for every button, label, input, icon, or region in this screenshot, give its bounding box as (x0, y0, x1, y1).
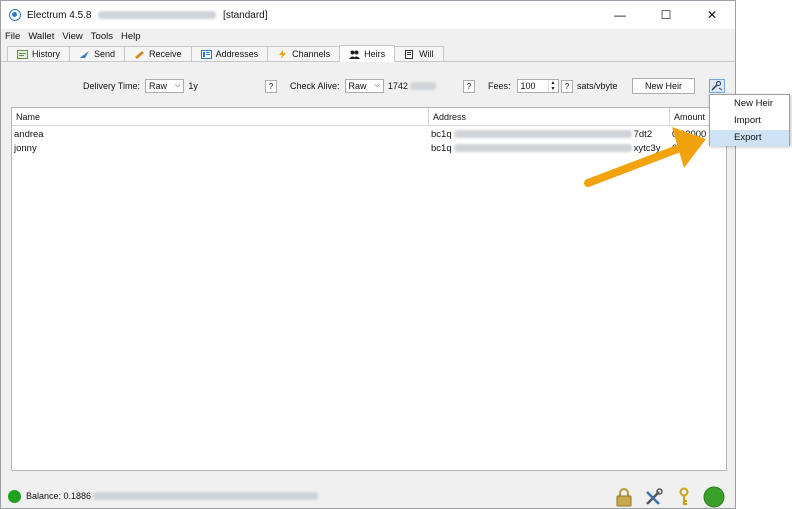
delivery-time-unit-value: Raw (149, 81, 168, 91)
addresses-icon (200, 49, 212, 59)
check-alive-value[interactable]: 1742 (388, 81, 408, 91)
menu-help[interactable]: Help (117, 31, 145, 42)
receive-icon (134, 50, 145, 59)
tab-will[interactable]: Will (394, 46, 444, 61)
tab-heirs[interactable]: Heirs (339, 45, 396, 62)
wrench-icon (711, 81, 723, 91)
menu-view[interactable]: View (58, 31, 86, 42)
lightning-icon (277, 49, 288, 59)
status-bar: Balance: 0.1886 (1, 484, 735, 508)
history-icon (17, 49, 28, 59)
title-bar: Electrum 4.5.8 [standard] — ☐ ✕ (1, 1, 735, 29)
tab-history[interactable]: History (7, 46, 71, 61)
delivery-time-group: Delivery Time: Raw ⌵ 1y (83, 78, 198, 94)
address-prefix: bc1q (431, 143, 452, 154)
tab-receive[interactable]: Receive (124, 46, 192, 61)
table-header: Name Address Amount (12, 108, 726, 126)
fees-help: ? sats/vbyte (561, 78, 618, 94)
heirs-toolbar: Delivery Time: Raw ⌵ 1y ? Check Alive: R… (1, 73, 735, 99)
fees-help-button[interactable]: ? (561, 79, 573, 93)
address-redacted (453, 144, 632, 153)
seed-key-icon[interactable] (673, 486, 695, 508)
network-connection-icon[interactable] (703, 486, 725, 508)
electrum-logo-icon (9, 9, 21, 21)
tab-addresses-label: Addresses (215, 49, 259, 59)
tab-bar: History Send Receive Addresses Channels (1, 45, 735, 62)
tools-menu-group (709, 78, 725, 94)
delivery-time-help-button[interactable]: ? (265, 79, 277, 93)
address-prefix: bc1q (431, 129, 452, 140)
heir-name: andrea (14, 129, 44, 140)
fees-label: Fees: (488, 81, 511, 91)
window-title: Electrum 4.5.8 [standard] (27, 10, 268, 21)
column-address-header[interactable]: Address (429, 108, 670, 126)
delivery-time-value[interactable]: 1y (188, 81, 198, 91)
tab-send-label: Send (94, 49, 116, 59)
minimize-button[interactable]: — (597, 1, 643, 29)
menu-tools[interactable]: Tools (87, 31, 117, 42)
address-suffix: 7dt2 (633, 129, 653, 140)
fees-value: 100 (520, 81, 536, 91)
delivery-time-unit-select[interactable]: Raw ⌵ (145, 79, 185, 93)
close-button[interactable]: ✕ (689, 1, 735, 29)
app-name: Electrum 4.5.8 (27, 9, 92, 21)
tab-addresses[interactable]: Addresses (190, 46, 269, 61)
column-name-header[interactable]: Name (12, 108, 429, 126)
check-alive-label: Check Alive: (290, 81, 340, 91)
address-redacted (453, 130, 632, 139)
wallet-mode: [standard] (223, 9, 268, 21)
check-alive-help-button[interactable]: ? (463, 79, 475, 93)
tab-send[interactable]: Send (69, 46, 126, 61)
menu-item-import[interactable]: Import (710, 113, 789, 129)
tab-receive-label: Receive (149, 49, 182, 59)
fees-spinbox[interactable]: 100 ▲ ▼ (516, 79, 559, 93)
window-controls: — ☐ ✕ (597, 1, 735, 29)
check-alive-redacted (409, 82, 436, 90)
check-alive-group: Check Alive: Raw ⌵ 1742 (290, 78, 436, 94)
menu-bar: File Wallet View Tools Help (1, 29, 735, 44)
tab-history-label: History (32, 49, 61, 59)
check-alive-unit-select[interactable]: Raw ⌵ (344, 79, 384, 93)
new-heir-group: New Heir (632, 77, 696, 95)
tab-will-label: Will (419, 49, 434, 59)
delivery-time-help: ? (265, 78, 277, 94)
wallet-filename-redacted (98, 10, 217, 19)
chevron-down-icon: ⌵ (374, 82, 380, 89)
heir-address: bc1q xytc3y (429, 142, 670, 156)
will-icon (404, 49, 415, 59)
balance-text: Balance: 0.1886 (26, 491, 92, 501)
address-suffix: xytc3y (633, 143, 661, 154)
check-alive-help: ? (463, 78, 475, 94)
heirs-table: Name Address Amount andrea bc1q 7dt2 0.02… (11, 107, 727, 471)
check-alive-unit-value: Raw (348, 81, 367, 91)
fees-group: Fees: 100 ▲ ▼ (488, 78, 559, 94)
tab-heirs-label: Heirs (364, 49, 386, 59)
tab-channels-label: Channels (292, 49, 331, 59)
lock-icon[interactable] (613, 486, 635, 508)
status-icons (613, 486, 725, 508)
preferences-tools-icon[interactable] (643, 486, 665, 508)
network-status-icon (8, 489, 21, 503)
balance-fiat-redacted (93, 492, 319, 500)
maximize-button[interactable]: ☐ (643, 1, 689, 29)
table-row[interactable]: andrea bc1q 7dt2 0.02000 (12, 128, 726, 142)
spin-arrows-icon[interactable]: ▲ ▼ (547, 80, 558, 92)
heir-address: bc1q 7dt2 (429, 128, 670, 142)
chevron-down-icon: ⌵ (175, 82, 181, 89)
menu-item-new-heir[interactable]: New Heir (710, 96, 789, 112)
tab-channels[interactable]: Channels (267, 46, 341, 61)
tools-menu-button[interactable] (709, 79, 725, 93)
send-icon (79, 50, 90, 59)
people-icon (349, 50, 361, 59)
menu-item-export[interactable]: Export (710, 130, 789, 146)
delivery-time-label: Delivery Time: (83, 81, 141, 91)
heir-name: jonny (14, 143, 37, 154)
electrum-window: Electrum 4.5.8 [standard] — ☐ ✕ File Wal… (0, 0, 736, 509)
menu-file[interactable]: File (1, 31, 24, 42)
fees-unit: sats/vbyte (577, 81, 618, 91)
table-row[interactable]: jonny bc1q xytc3y 0.0 (12, 142, 726, 156)
menu-wallet[interactable]: Wallet (24, 31, 58, 42)
tools-dropdown-menu: New Heir Import Export (709, 94, 790, 146)
new-heir-button[interactable]: New Heir (632, 78, 696, 94)
